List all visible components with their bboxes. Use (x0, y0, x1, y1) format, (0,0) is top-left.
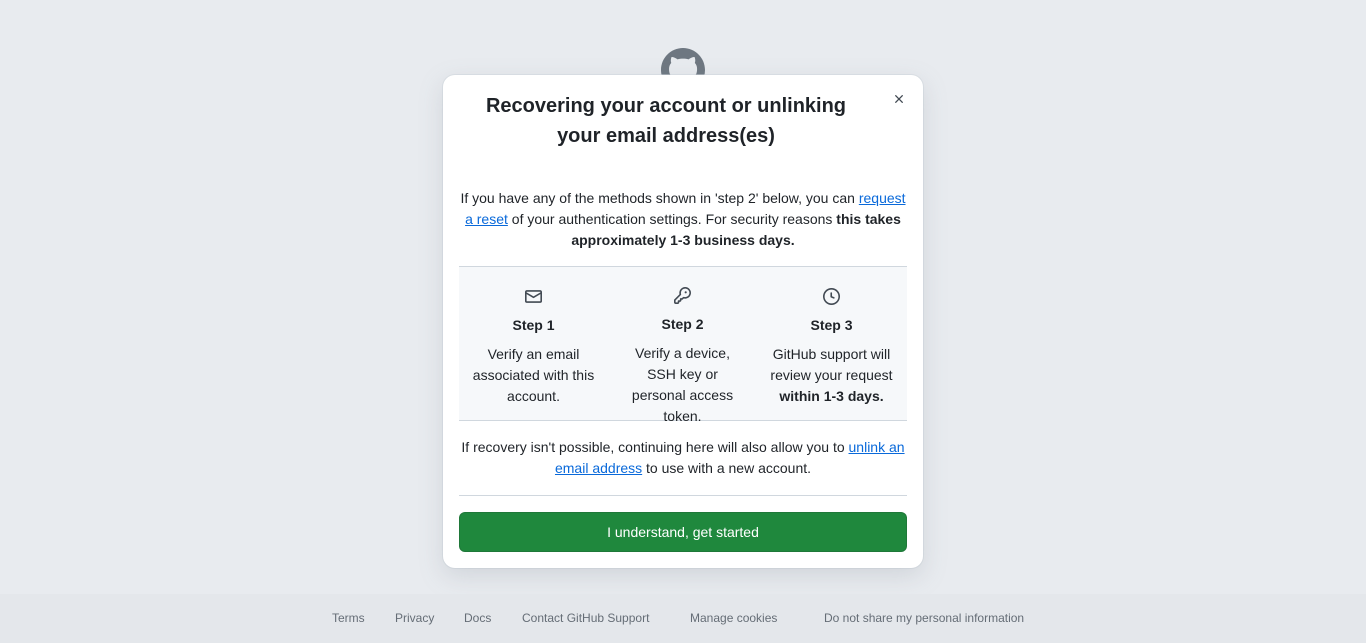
steps-panel: Step 1 Verify an email associated with t… (459, 266, 907, 424)
clock-icon (823, 287, 841, 305)
intro-text: If you have any of the methods shown in … (460, 190, 906, 248)
recovery-text: If recovery isn't possible, continuing h… (461, 439, 905, 476)
recovery-dialog: Recovering your account or unlinking you… (443, 75, 923, 568)
footer-link-contact-support[interactable]: Contact GitHub Support (522, 611, 649, 625)
step-2: Step 2 Verify a device, SSH key or perso… (608, 267, 757, 424)
footer-link-docs[interactable]: Docs (464, 611, 491, 625)
footer-link-privacy[interactable]: Privacy (395, 611, 434, 625)
step-2-description: Verify a device, SSH key or personal acc… (631, 345, 734, 424)
footer: Terms Privacy Docs Contact GitHub Suppor… (0, 594, 1366, 643)
step-1-description: Verify an email associated with this acc… (472, 346, 595, 404)
key-icon (674, 287, 692, 304)
divider (459, 495, 907, 496)
step-3: Step 3 GitHub support will review your r… (757, 267, 906, 420)
close-icon (892, 92, 906, 106)
step-3-description: GitHub support will review your request … (770, 346, 893, 404)
footer-link-do-not-share[interactable]: Do not share my personal information (824, 611, 1024, 625)
step-1: Step 1 Verify an email associated with t… (459, 267, 608, 420)
footer-link-terms[interactable]: Terms (332, 611, 365, 625)
get-started-button[interactable]: I understand, get started (459, 512, 907, 552)
mail-icon (525, 287, 543, 305)
close-button[interactable] (889, 89, 909, 109)
dialog-title: Recovering your account or unlinking you… (485, 95, 847, 147)
footer-link-manage-cookies[interactable]: Manage cookies (690, 611, 777, 625)
step-3-heading: Step 3 (810, 317, 853, 333)
step-1-heading: Step 1 (512, 317, 555, 333)
step-2-heading: Step 2 (661, 316, 704, 332)
